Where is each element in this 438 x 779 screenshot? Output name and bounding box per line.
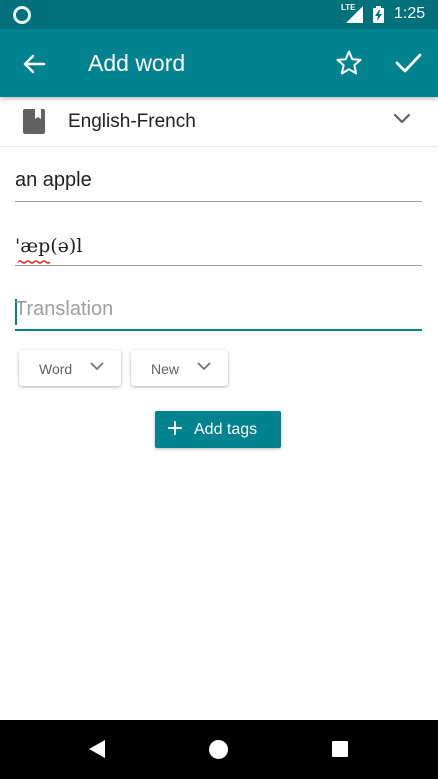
status-label: New	[151, 361, 180, 377]
page-title: Add word	[88, 50, 186, 76]
word-field-underline	[15, 201, 422, 202]
check-icon[interactable]	[393, 49, 423, 77]
word-field[interactable]: an apple	[15, 162, 422, 202]
nav-home-icon[interactable]	[209, 740, 228, 759]
network-type-label: LTE	[341, 3, 356, 12]
dictionary-selector[interactable]: English-French	[0, 97, 438, 147]
part-of-speech-dropdown[interactable]: Word	[19, 350, 121, 386]
notification-circle-icon	[13, 6, 31, 24]
nav-back-icon[interactable]	[88, 740, 106, 758]
battery-charging-icon	[373, 6, 384, 23]
status-dropdown[interactable]: New	[131, 350, 228, 386]
plus-icon	[168, 421, 182, 435]
translation-field-underline	[15, 329, 422, 331]
transcription-field-underline	[15, 265, 422, 266]
word-value: an apple	[15, 169, 92, 191]
chevron-down-icon	[90, 362, 104, 370]
transcription-value: 'æp(ə)l	[15, 235, 83, 257]
translation-placeholder: Translation	[15, 298, 114, 320]
chevron-down-icon	[197, 362, 211, 370]
add-tags-button[interactable]: Add tags	[155, 411, 281, 448]
book-icon	[23, 109, 45, 134]
star-outline-icon[interactable]	[335, 49, 363, 77]
dictionary-label: English-French	[68, 111, 196, 132]
status-bar: LTE 1:25	[0, 0, 438, 29]
add-tags-label: Add tags	[194, 421, 258, 438]
transcription-field[interactable]: 'æp(ə)l	[15, 226, 422, 266]
chevron-down-icon	[393, 113, 411, 124]
system-navigation-bar	[0, 720, 438, 779]
app-bar: Add word	[0, 29, 438, 97]
clock: 1:25	[394, 5, 426, 22]
translation-field[interactable]: Translation	[15, 291, 422, 331]
arrow-back-icon[interactable]	[18, 48, 50, 80]
nav-recents-icon[interactable]	[332, 741, 348, 757]
part-of-speech-label: Word	[39, 361, 73, 377]
spellcheck-underline	[18, 260, 51, 264]
